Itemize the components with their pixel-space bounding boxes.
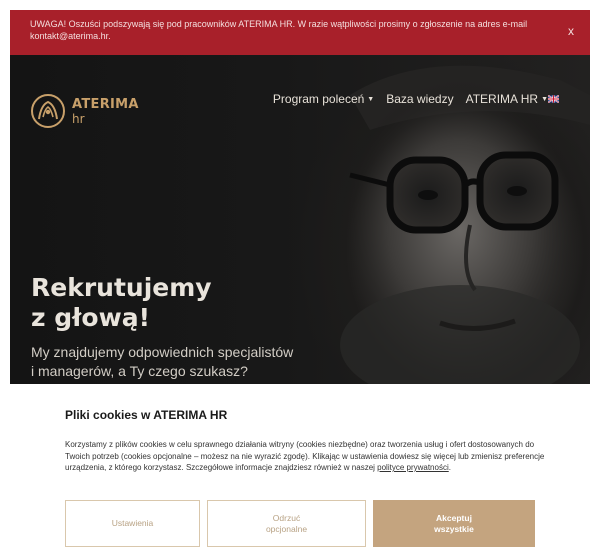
- main-navigation: Program poleceń ▼ Baza wiedzy ATERIMA HR…: [261, 92, 548, 106]
- nav-item-aterima-hr[interactable]: ATERIMA HR ▼: [466, 92, 548, 106]
- close-alert-button[interactable]: x: [568, 25, 574, 37]
- accept-all-cookies-button[interactable]: Akceptuj wszystkie: [373, 500, 535, 547]
- cookie-description: Korzystamy z plików cookies w celu spraw…: [65, 440, 545, 472]
- nav-item-baza-wiedzy[interactable]: Baza wiedzy: [386, 92, 453, 106]
- alert-text: UWAGA! Oszuści podszywają się pod pracow…: [30, 19, 528, 41]
- hero-section: ATERIMA hr Program poleceń ▼ Baza wiedzy…: [10, 55, 590, 385]
- reject-optional-cookies-button[interactable]: Odrzuć opcjonalne: [207, 500, 366, 547]
- hero-headline: Rekrutujemy z głową!: [31, 273, 212, 332]
- logo-name: ATERIMA: [72, 96, 139, 112]
- nav-item-label: Program poleceń: [272, 92, 365, 106]
- nav-item-program-polecen[interactable]: Program poleceń ▼: [273, 92, 374, 106]
- aterima-emblem-icon: [31, 94, 65, 128]
- privacy-policy-link[interactable]: polityce prywatności: [377, 463, 449, 472]
- cookie-panel-title: Pliki cookies w ATERIMA HR: [65, 408, 228, 422]
- cookie-settings-button[interactable]: Ustawienia: [65, 500, 200, 547]
- hero-subheadline: My znajdujemy odpowiednich specjalistów …: [31, 344, 294, 379]
- logo-subtitle: hr: [72, 111, 85, 126]
- nav-item-label: ATERIMA HR: [465, 92, 539, 106]
- uk-flag-icon[interactable]: [548, 95, 559, 103]
- nav-item-label: Baza wiedzy: [386, 92, 454, 106]
- chevron-down-icon: ▼: [541, 95, 548, 103]
- aterima-hr-logo[interactable]: ATERIMA hr: [30, 93, 139, 129]
- cookie-consent-panel: Pliki cookies w ATERIMA HR Korzystamy z …: [0, 384, 600, 560]
- chevron-down-icon: ▼: [367, 95, 375, 103]
- scam-warning-banner: UWAGA! Oszuści podszywają się pod pracow…: [10, 10, 590, 55]
